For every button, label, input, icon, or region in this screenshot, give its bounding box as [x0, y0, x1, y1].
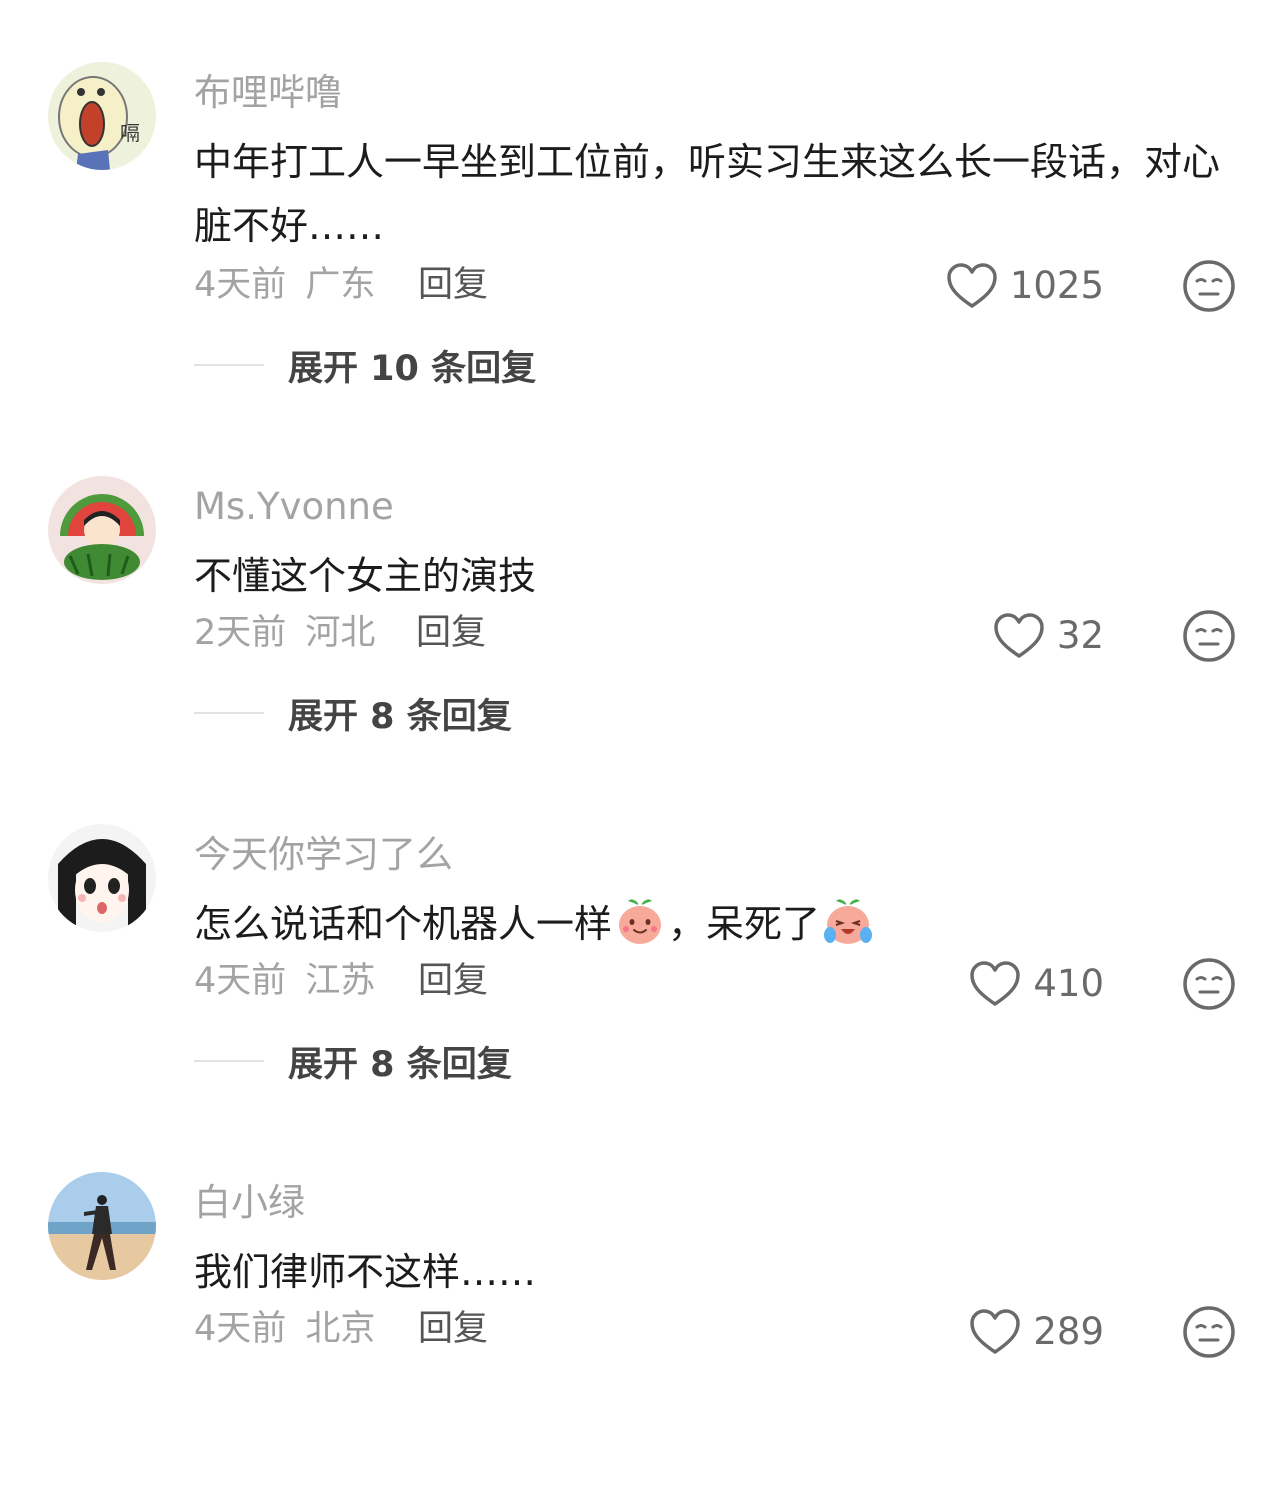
avatar[interactable]: [48, 476, 156, 584]
dislike-icon[interactable]: [1182, 259, 1236, 313]
reply-button[interactable]: 回复: [418, 260, 488, 310]
comment-item: 嗝 布哩哔噜 中年打工人一早坐到工位前，听实习生来这么长一段话，对心脏不好…… …: [0, 62, 1284, 402]
like-count: 410: [1033, 962, 1104, 1005]
expand-replies[interactable]: 展开 8 条回复: [194, 688, 512, 738]
comment-item: Ms.Yvonne 不懂这个女主的演技 2天前 河北 回复 32 展开 8 条回…: [0, 476, 1284, 816]
crying-laughing-peach-emoji-icon: [824, 899, 873, 944]
expand-replies-label: 展开 8 条回复: [288, 696, 512, 737]
dislike-icon[interactable]: [1182, 1305, 1236, 1359]
comment-text: 我们律师不这样……: [194, 1250, 537, 1294]
comment-time: 4天前: [194, 265, 287, 305]
heart-icon: [994, 613, 1044, 658]
avatar[interactable]: 嗝: [48, 62, 156, 170]
comment-meta: 4天前 北京: [194, 1304, 375, 1354]
comment-text: 怎么说话和个机器人一样 ，呆死了: [194, 892, 1244, 956]
heart-icon: [970, 961, 1021, 1006]
user-avatar-image: 嗝: [48, 62, 156, 170]
comment-text: 中年打工人一早坐到工位前，听实习生来这么长一段话，对心脏不好……: [194, 140, 1221, 248]
comment-location: 北京: [305, 1309, 376, 1349]
like-count: 289: [1033, 1310, 1104, 1353]
user-avatar-image: [48, 1172, 156, 1280]
comment-text: 不懂这个女主的演技: [194, 554, 537, 598]
username[interactable]: 白小绿: [194, 1178, 305, 1228]
comment-meta: 4天前 江苏: [194, 956, 375, 1006]
dislike-icon[interactable]: [1182, 957, 1236, 1011]
comment-location: 广东: [305, 265, 376, 305]
like-button[interactable]: 32: [993, 608, 1104, 664]
reply-button[interactable]: 回复: [418, 1304, 488, 1354]
reply-button[interactable]: 回复: [418, 956, 488, 1006]
divider-line: [194, 364, 264, 366]
user-avatar-image: [48, 824, 156, 932]
expand-replies[interactable]: 展开 10 条回复: [194, 340, 536, 390]
avatar[interactable]: [48, 824, 156, 932]
like-button[interactable]: 410: [969, 956, 1104, 1012]
divider-line: [194, 712, 264, 714]
heart-icon: [947, 263, 997, 308]
dislike-icon[interactable]: [1182, 609, 1236, 663]
comment-time: 2天前: [194, 613, 287, 653]
avatar-badge-text: 嗝: [120, 121, 140, 145]
smiling-peach-emoji-icon: [619, 899, 662, 944]
username[interactable]: Ms.Yvonne: [194, 482, 394, 532]
comment-text-part: ，呆死了: [668, 902, 821, 946]
like-count: 1025: [1009, 264, 1104, 307]
comment-text-part: 怎么说话和个机器人一样: [194, 902, 613, 946]
user-avatar-image: [48, 476, 156, 584]
divider-line: [194, 1060, 264, 1062]
like-button[interactable]: 289: [969, 1304, 1104, 1360]
avatar[interactable]: [48, 1172, 156, 1280]
comment-meta: 2天前 河北: [194, 608, 375, 658]
comment-item: 白小绿 我们律师不这样…… 4天前 北京 回复 289: [0, 1172, 1284, 1512]
comment-time: 4天前: [194, 961, 287, 1001]
username[interactable]: 今天你学习了么: [194, 830, 453, 880]
expand-replies[interactable]: 展开 8 条回复: [194, 1036, 512, 1086]
expand-replies-label: 展开 8 条回复: [288, 1044, 512, 1085]
comment-location: 江苏: [305, 961, 376, 1001]
heart-icon: [970, 1309, 1021, 1354]
like-button[interactable]: 1025: [946, 258, 1104, 314]
comment-meta: 4天前 广东: [194, 260, 375, 310]
username[interactable]: 布哩哔噜: [194, 68, 342, 118]
like-count: 32: [1056, 614, 1104, 657]
reply-button[interactable]: 回复: [416, 608, 486, 658]
comment-time: 4天前: [194, 1309, 287, 1349]
comment-location: 河北: [305, 613, 376, 653]
comment-item: 今天你学习了么 怎么说话和个机器人一样 ，呆死了 4天前 江苏 回复 410 展…: [0, 824, 1284, 1164]
expand-replies-label: 展开 10 条回复: [288, 348, 537, 389]
